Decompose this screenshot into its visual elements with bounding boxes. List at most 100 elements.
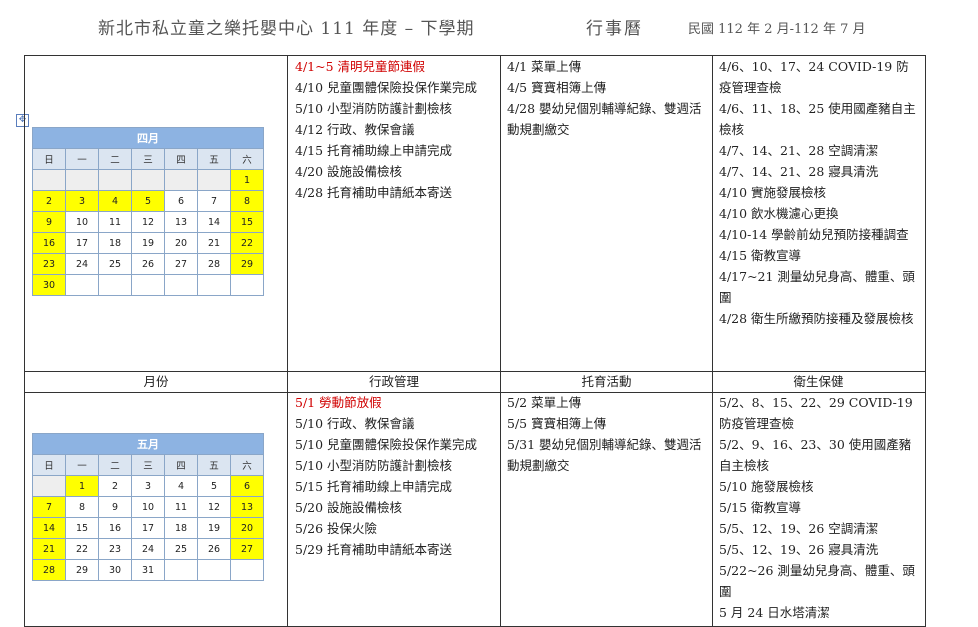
calendar-label: 行事曆 (586, 19, 643, 39)
may-health-cell[interactable]: 5/2、8、15、22、29 COVID-19 防疫管理查檢 5/2、9、16、… (719, 392, 919, 623)
calendar-day: 30 (32, 274, 66, 296)
calendar-day (65, 169, 99, 191)
april-calendar-title: 四月 (32, 127, 264, 149)
weekday-label: 四 (164, 454, 198, 476)
calendar-day: 18 (98, 232, 132, 254)
date-range: 民國 112 年 2 月-112 年 7 月 (688, 22, 866, 37)
calendar-day: 27 (164, 253, 198, 275)
calendar-day: 6 (164, 190, 198, 212)
calendar-day: 17 (65, 232, 99, 254)
calendar-day: 16 (98, 517, 132, 539)
calendar-day (131, 274, 165, 296)
calendar-day: 24 (65, 253, 99, 275)
calendar-day: 12 (197, 496, 231, 518)
calendar-day: 12 (131, 211, 165, 233)
april-health-cell[interactable]: 4/6、10、17、24 COVID-19 防疫管理查檢 4/6、11、18、2… (719, 56, 919, 329)
document-title: 新北市私立童之樂托嬰中心 111 年度 – 下學期 (98, 19, 475, 39)
may-admin-item: 5/1 勞動節放假 (295, 395, 382, 410)
may-mini-calendar: 五月日一二三四五六 1 2 3 4 5 6 7 8 9 10 11 12 13 14 15 16 17 18 19 20… (32, 433, 264, 581)
calendar-day: 17 (131, 517, 165, 539)
may-admin-item: 5/29 托育補助申請紙本寄送 (295, 542, 453, 557)
april-admin-item: 4/12 行政、教保會議 (295, 122, 415, 137)
may-admin-item: 5/10 行政、教保會議 (295, 416, 415, 431)
may-childcare-item: 5/5 寶寶相簿上傳 (507, 416, 607, 431)
column-divider (287, 56, 288, 626)
column-divider (500, 56, 501, 626)
may-admin-item: 5/26 投保火險 (295, 521, 378, 536)
april-health-item: 4/6、10、17、24 COVID-19 防疫管理查檢 (719, 59, 909, 95)
calendar-day: 29 (230, 253, 264, 275)
calendar-day: 26 (197, 538, 231, 560)
weekday-label: 日 (32, 148, 66, 170)
calendar-day: 22 (230, 232, 264, 254)
calendar-day: 22 (65, 538, 99, 560)
april-health-item: 4/10 飲水機濾心更換 (719, 206, 839, 221)
calendar-day: 2 (32, 190, 66, 212)
may-health-item: 5 月 24 日水塔清潔 (719, 605, 830, 620)
calendar-day: 13 (164, 211, 198, 233)
calendar-day: 25 (98, 253, 132, 275)
may-health-item: 5/5、12、19、26 空調清潔 (719, 521, 879, 536)
calendar-day: 9 (32, 211, 66, 233)
may-calendar-title: 五月 (32, 433, 264, 455)
calendar-day: 20 (230, 517, 264, 539)
may-health-item: 5/10 施發展檢核 (719, 479, 814, 494)
calendar-day (32, 169, 66, 191)
april-childcare-cell[interactable]: 4/1 菜單上傳 4/5 寶寶相簿上傳 4/28 嬰幼兒個別輔導紀錄、雙週活動規… (507, 56, 705, 140)
calendar-day: 8 (65, 496, 99, 518)
may-health-item: 5/2、9、16、23、30 使用國產豬自主檢核 (719, 437, 912, 473)
may-admin-cell[interactable]: 5/1 勞動節放假 5/10 行政、教保會議 5/10 兒童團體保險投保作業完成… (295, 392, 500, 560)
may-health-item: 5/22~26 測量幼兒身高、體重、頭圍 (719, 563, 915, 599)
calendar-day: 11 (98, 211, 132, 233)
calendar-day (197, 274, 231, 296)
calendar-day: 10 (131, 496, 165, 518)
calendar-day: 8 (230, 190, 264, 212)
calendar-day: 14 (32, 517, 66, 539)
may-childcare-cell[interactable]: 5/2 菜單上傳 5/5 寶寶相簿上傳 5/31 嬰幼兒個別輔導紀錄、雙週活動規… (507, 392, 705, 476)
weekday-label: 三 (131, 454, 165, 476)
may-health-item: 5/5、12、19、26 寢具清洗 (719, 542, 879, 557)
calendar-day: 16 (32, 232, 66, 254)
april-health-item: 4/10-14 學齡前幼兒預防接種調查 (719, 227, 909, 242)
calendar-day: 30 (98, 559, 132, 581)
calendar-day: 26 (131, 253, 165, 275)
calendar-day: 3 (131, 475, 165, 497)
header-health: 衛生保健 (793, 374, 844, 389)
may-health-item: 5/15 衛教宣導 (719, 500, 802, 515)
april-health-item: 4/17~21 測量幼兒身高、體重、頭圍 (719, 269, 915, 305)
calendar-day: 23 (98, 538, 132, 560)
april-health-item: 4/28 衛生所繳預防接種及發展檢核 (719, 311, 914, 326)
calendar-day: 18 (164, 517, 198, 539)
calendar-day (230, 274, 264, 296)
calendar-day: 10 (65, 211, 99, 233)
calendar-day: 28 (32, 559, 66, 581)
weekday-label: 一 (65, 148, 99, 170)
calendar-day: 5 (131, 190, 165, 212)
calendar-day: 25 (164, 538, 198, 560)
calendar-day (230, 559, 264, 581)
calendar-day: 29 (65, 559, 99, 581)
calendar-day (197, 169, 231, 191)
calendar-day: 11 (164, 496, 198, 518)
april-health-item: 4/6、11、18、25 使用國產豬自主檢核 (719, 101, 916, 137)
weekday-label: 二 (98, 148, 132, 170)
calendar-day (164, 169, 198, 191)
calendar-day (98, 169, 132, 191)
calendar-day: 27 (230, 538, 264, 560)
calendar-day: 19 (197, 517, 231, 539)
april-health-item: 4/7、14、21、28 寢具清洗 (719, 164, 879, 179)
header-month: 月份 (143, 374, 169, 389)
may-childcare-item: 5/2 菜單上傳 (507, 395, 582, 410)
calendar-day (65, 274, 99, 296)
april-childcare-item: 4/28 嬰幼兒個別輔導紀錄、雙週活動規劃繳交 (507, 101, 702, 137)
calendar-day: 19 (131, 232, 165, 254)
may-childcare-item: 5/31 嬰幼兒個別輔導紀錄、雙週活動規劃繳交 (507, 437, 702, 473)
weekday-label: 日 (32, 454, 66, 476)
april-admin-item: 4/28 托育補助申請紙本寄送 (295, 185, 453, 200)
calendar-day: 31 (131, 559, 165, 581)
calendar-day: 28 (197, 253, 231, 275)
calendar-day: 21 (32, 538, 66, 560)
weekday-label: 二 (98, 454, 132, 476)
april-admin-item: 4/1~5 清明兒童節連假 (295, 59, 426, 74)
april-admin-cell[interactable]: 4/1~5 清明兒童節連假 4/10 兒童團體保險投保作業完成 5/10 小型消… (295, 56, 500, 203)
